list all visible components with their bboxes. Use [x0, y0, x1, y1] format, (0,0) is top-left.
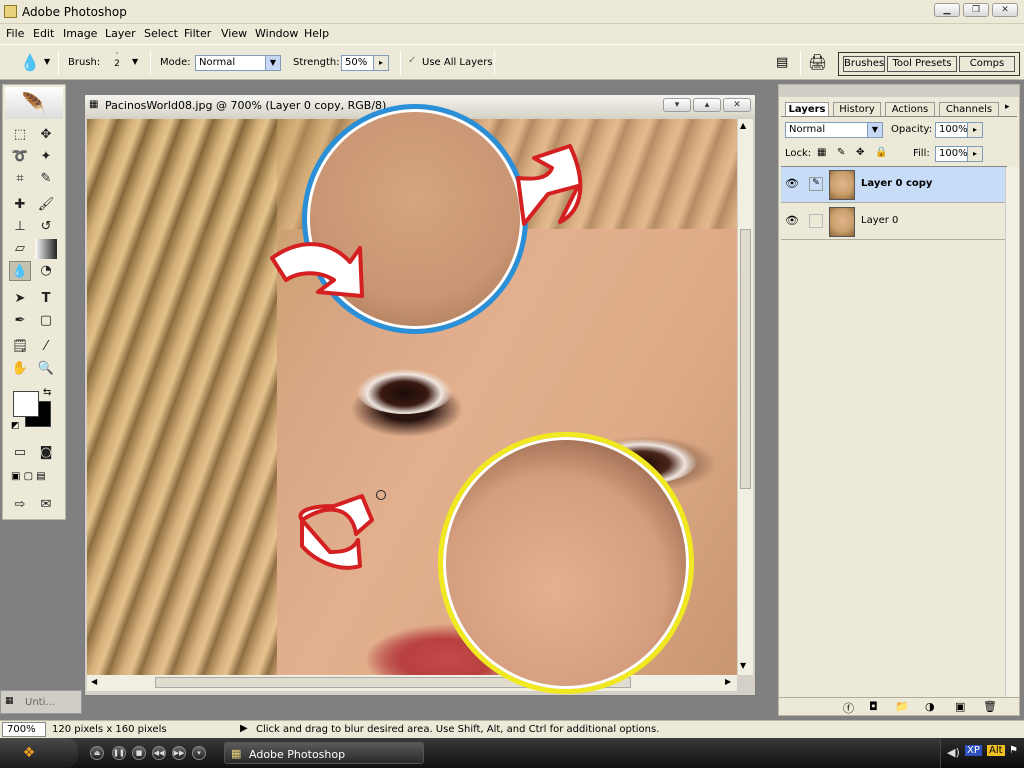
- taskbar-photoshop-button[interactable]: ▦ Adobe Photoshop: [224, 742, 424, 764]
- new-group-icon[interactable]: 📁: [895, 700, 909, 713]
- status-bar: 700% 120 pixels x 160 pixels ▶ Click and…: [0, 720, 1024, 738]
- panel-grip[interactable]: [779, 85, 1019, 97]
- media-pause-icon[interactable]: ❚❚: [112, 746, 126, 760]
- xp-icon[interactable]: XP: [965, 745, 982, 756]
- layers-scrollbar[interactable]: [1005, 167, 1019, 697]
- flag-icon[interactable]: ⚑: [1009, 745, 1018, 756]
- media-prev-icon[interactable]: ◀◀: [152, 746, 166, 760]
- lock-position-icon[interactable]: ✥: [856, 147, 864, 158]
- fill-value: 100%: [939, 148, 968, 159]
- taskbar: ❖ ⏏ ❚❚ ■ ◀◀ ▶▶ ▾ ▦ Adobe Photoshop ◀) XP…: [0, 738, 1024, 768]
- layers-panel: Layers History Actions Channels ▸ Normal…: [778, 84, 1020, 716]
- status-menu-arrow-icon[interactable]: ▶: [240, 723, 248, 734]
- brush-cursor: [376, 490, 386, 500]
- layer-mask-icon[interactable]: ◘: [869, 700, 878, 713]
- adjustment-layer-icon[interactable]: ◑: [925, 700, 935, 713]
- photoshop-app-icon: ▦: [231, 747, 242, 760]
- layer-name: Layer 0: [861, 215, 899, 226]
- start-button[interactable]: ❖: [0, 738, 78, 768]
- windows-logo-icon: ❖: [22, 745, 36, 761]
- arrow-up-right-icon: [298, 494, 374, 570]
- volume-icon[interactable]: ◀): [947, 746, 960, 759]
- layer-row[interactable]: 👁 ✎ Layer 0 copy: [781, 167, 1005, 203]
- media-stop-icon[interactable]: ■: [132, 746, 146, 760]
- layer-thumbnail: [829, 207, 855, 237]
- eye-icon[interactable]: 👁: [785, 214, 799, 228]
- lock-label: Lock:: [785, 148, 812, 159]
- tool-hint: Click and drag to blur desired area. Use…: [256, 724, 660, 735]
- taskbar-task-label: Adobe Photoshop: [249, 748, 346, 761]
- arrow-right-icon: [270, 242, 364, 298]
- divider: [781, 116, 1017, 117]
- arrow-right-icon: ▸: [967, 123, 982, 137]
- arrow-down-left-icon: [516, 144, 583, 226]
- tab-channels[interactable]: Channels: [939, 102, 999, 116]
- link-box[interactable]: [809, 214, 823, 228]
- fill-label: Fill:: [913, 148, 930, 159]
- layer-name: Layer 0 copy: [861, 178, 933, 189]
- chevron-down-icon: ▼: [867, 123, 882, 137]
- blend-mode-select[interactable]: Normal ▼: [785, 122, 883, 138]
- opacity-value: 100%: [939, 124, 968, 135]
- media-next-icon[interactable]: ▶▶: [172, 746, 186, 760]
- lock-pixels-icon[interactable]: ✎: [837, 147, 845, 158]
- zoom-field[interactable]: 700%: [2, 722, 46, 737]
- document-size: 120 pixels x 160 pixels: [52, 724, 167, 735]
- fill-input[interactable]: 100% ▸: [935, 146, 983, 162]
- layers-bottom-bar: ⓕ ◘ 📁 ◑ ▣ 🗑: [779, 697, 1019, 715]
- opacity-input[interactable]: 100% ▸: [935, 122, 983, 138]
- new-layer-icon[interactable]: ▣: [955, 700, 965, 713]
- layer-row[interactable]: 👁 Layer 0: [781, 204, 1005, 240]
- tab-layers[interactable]: Layers: [785, 102, 829, 116]
- blend-mode-value: Normal: [789, 124, 826, 135]
- panel-menu-icon[interactable]: ▸: [1005, 102, 1010, 112]
- layer-style-icon[interactable]: ⓕ: [843, 700, 854, 716]
- brush-link-icon[interactable]: ✎: [809, 177, 823, 191]
- media-eject-icon[interactable]: ⏏: [90, 746, 104, 760]
- trash-icon[interactable]: 🗑: [983, 700, 997, 713]
- tab-actions[interactable]: Actions: [885, 102, 935, 116]
- media-volume-icon[interactable]: ▾: [192, 746, 206, 760]
- eye-icon[interactable]: 👁: [785, 177, 799, 191]
- opacity-label: Opacity:: [891, 124, 933, 135]
- arrow-right-icon: ▸: [967, 147, 982, 161]
- alt-icon[interactable]: Alt: [987, 745, 1005, 756]
- system-tray: ◀) XP Alt ⚑: [940, 738, 1024, 768]
- lock-all-icon[interactable]: 🔒: [875, 147, 887, 158]
- layer-thumbnail: [829, 170, 855, 200]
- lock-transparency-icon[interactable]: ▦: [817, 147, 826, 158]
- tab-history[interactable]: History: [833, 102, 881, 116]
